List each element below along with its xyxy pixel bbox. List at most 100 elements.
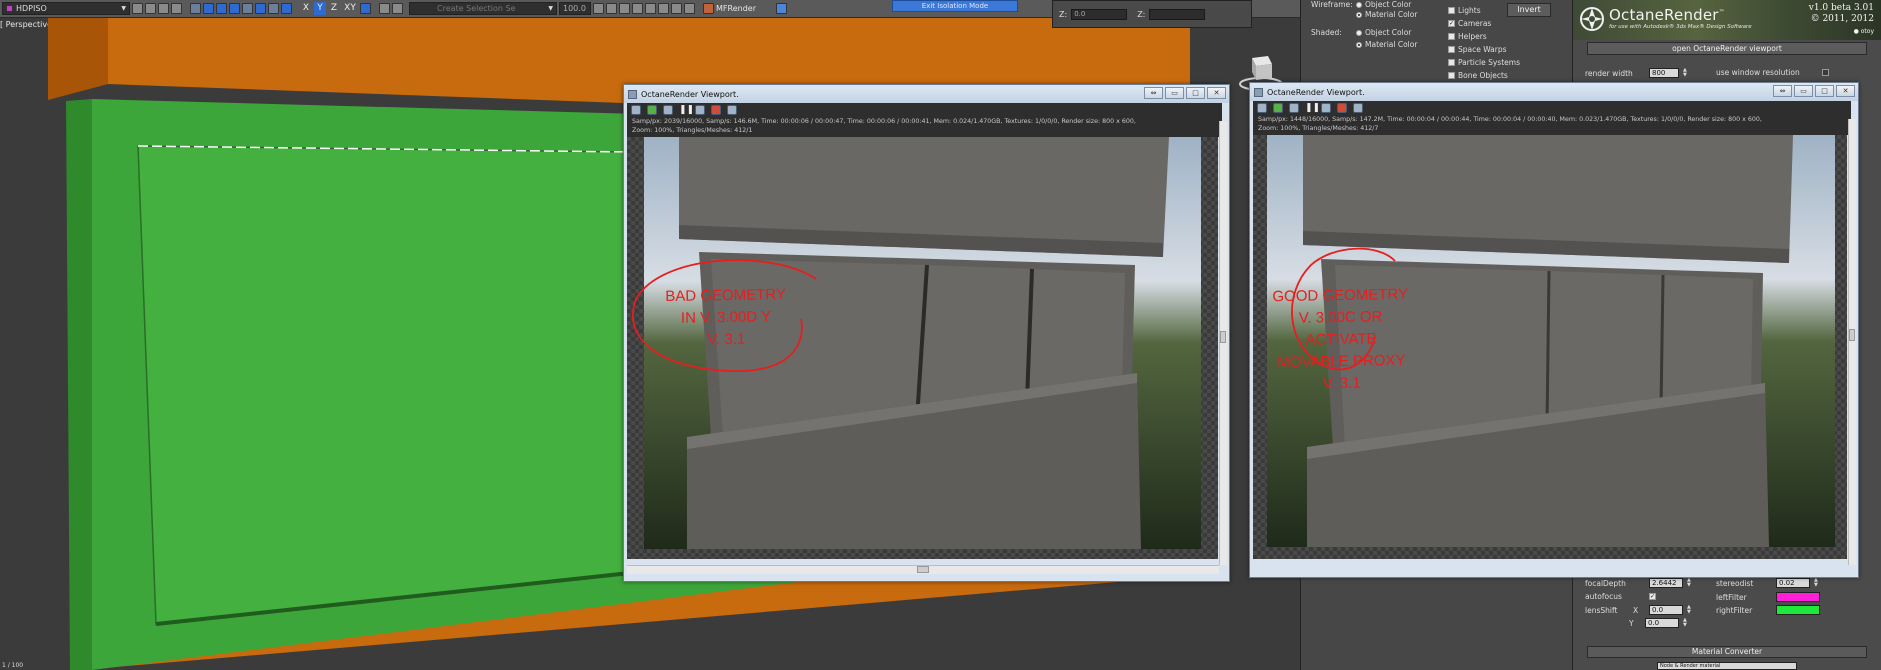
autofocus-checkbox[interactable]: ✓ bbox=[1649, 593, 1656, 600]
particle-systems-checkbox[interactable] bbox=[1448, 59, 1455, 66]
lights-checkbox[interactable] bbox=[1448, 7, 1455, 14]
use-window-resolution-checkbox[interactable] bbox=[1821, 69, 1829, 76]
spinner-arrows-icon[interactable]: ▲ ▼ bbox=[1814, 578, 1819, 588]
select-object-icon[interactable] bbox=[132, 3, 143, 14]
layer-manager-icon[interactable] bbox=[392, 3, 403, 14]
window-titlebar[interactable]: OctaneRender Viewport. ⇔ ▭ □ ✕ bbox=[1250, 83, 1858, 101]
window-crossing-icon[interactable] bbox=[229, 3, 240, 14]
angle-snap-icon[interactable] bbox=[268, 3, 279, 14]
render-image[interactable]: BAD GEOMETRY IN V. 3.00D Y V. 3.1 bbox=[627, 137, 1218, 559]
spinner-arrows-icon[interactable]: ▲ ▼ bbox=[1687, 605, 1692, 615]
z2-input[interactable] bbox=[1149, 8, 1206, 20]
minimize-button[interactable]: ▭ bbox=[1794, 85, 1813, 97]
material-editor-icon[interactable] bbox=[619, 3, 630, 14]
restore-button[interactable]: ⇔ bbox=[1773, 85, 1792, 97]
mirror-icon[interactable] bbox=[360, 3, 371, 14]
shaded-object-color-radio[interactable] bbox=[1356, 29, 1362, 36]
pick-focus-icon[interactable] bbox=[695, 105, 705, 115]
space-warps-checkbox[interactable] bbox=[1448, 46, 1455, 53]
mfrender-icon[interactable] bbox=[703, 3, 714, 14]
category-helpers[interactable]: Helpers bbox=[1448, 32, 1487, 41]
render-icon[interactable] bbox=[658, 3, 669, 14]
render-setup-icon[interactable] bbox=[632, 3, 643, 14]
exit-isolation-button[interactable]: Exit Isolation Mode bbox=[892, 0, 1018, 12]
octane-viewport-window-bad[interactable]: OctaneRender Viewport. ⇔ ▭ □ ✕ ❚❚ Samp/p… bbox=[623, 84, 1230, 582]
restart-render-icon[interactable] bbox=[647, 105, 657, 115]
invert-button[interactable]: Invert bbox=[1507, 3, 1551, 17]
open-octane-viewport-button[interactable]: open OctaneRender viewport bbox=[1587, 42, 1867, 55]
maximize-button[interactable]: □ bbox=[1186, 87, 1205, 99]
activeshade-icon[interactable] bbox=[684, 3, 695, 14]
send-scene-icon[interactable] bbox=[1257, 103, 1267, 113]
quick-render-icon[interactable] bbox=[671, 3, 682, 14]
horizontal-scrollbar[interactable] bbox=[627, 565, 1219, 574]
octane-viewport-window-good[interactable]: OctaneRender Viewport. ⇔ ▭ □ ✕ ❚❚ Samp/p… bbox=[1249, 82, 1859, 578]
axis-z-button[interactable]: Z bbox=[328, 2, 340, 15]
shaded-material-color-radio[interactable] bbox=[1356, 41, 1362, 48]
z1-input[interactable]: 0.0 bbox=[1071, 8, 1128, 20]
rotate-icon[interactable] bbox=[158, 3, 169, 14]
pivot-icon[interactable] bbox=[242, 3, 253, 14]
lens-shift-y-input[interactable]: 0.0 bbox=[1645, 618, 1679, 628]
restart-render-icon[interactable] bbox=[1273, 103, 1283, 113]
category-particle-systems[interactable]: Particle Systems bbox=[1448, 58, 1520, 67]
clear-icon[interactable] bbox=[711, 105, 721, 115]
minimize-button[interactable]: ▭ bbox=[1165, 87, 1184, 99]
save-image-icon[interactable] bbox=[727, 105, 737, 115]
pause-icon[interactable]: ❚❚ bbox=[1305, 103, 1320, 113]
category-cameras[interactable]: ✓ Cameras bbox=[1448, 19, 1491, 28]
vertical-scrollbar[interactable] bbox=[1219, 121, 1227, 565]
stop-render-icon[interactable] bbox=[663, 105, 673, 115]
render-width-input[interactable]: 800 bbox=[1649, 68, 1679, 78]
render-image[interactable]: GOOD GEOMETRY V. 3.00C OR ACTIVATE MOVAB… bbox=[1253, 135, 1847, 559]
bone-objects-checkbox[interactable] bbox=[1448, 72, 1455, 79]
material-converter-header[interactable]: Material Converter bbox=[1587, 646, 1867, 658]
clear-icon[interactable] bbox=[1337, 103, 1347, 113]
wireframe-material-color-radio[interactable] bbox=[1356, 11, 1362, 18]
left-filter-swatch[interactable] bbox=[1776, 592, 1820, 602]
stereodist-input[interactable]: 0.02 bbox=[1776, 578, 1810, 588]
spinner-field[interactable]: 100.0 bbox=[559, 2, 591, 15]
axis-y-button[interactable]: Y bbox=[314, 2, 326, 15]
restore-button[interactable]: ⇔ bbox=[1144, 87, 1163, 99]
send-scene-icon[interactable] bbox=[631, 105, 641, 115]
cameras-checkbox[interactable]: ✓ bbox=[1448, 20, 1455, 27]
category-space-warps[interactable]: Space Warps bbox=[1448, 45, 1507, 54]
vertical-scroll-thumb[interactable] bbox=[1220, 331, 1226, 343]
rendered-frame-icon[interactable] bbox=[645, 3, 656, 14]
wireframe-object-color-radio[interactable] bbox=[1356, 1, 1362, 8]
selection-set-dropdown[interactable]: Create Selection Se ▼ bbox=[409, 2, 557, 15]
material-converter-dropdown[interactable]: Node & Render material bbox=[1657, 662, 1797, 670]
category-bone-objects[interactable]: Bone Objects bbox=[1448, 71, 1508, 80]
vertical-scrollbar[interactable] bbox=[1848, 119, 1856, 565]
lens-shift-x-input[interactable]: 0.0 bbox=[1649, 605, 1683, 615]
spinner-arrows-icon[interactable]: ▲ ▼ bbox=[1683, 618, 1688, 628]
axis-xy-button[interactable]: XY bbox=[342, 2, 358, 15]
focal-depth-input[interactable]: 2.6442 bbox=[1649, 578, 1683, 588]
spinner-arrows-icon[interactable]: ▲ ▼ bbox=[1687, 578, 1692, 588]
pause-icon[interactable]: ❚❚ bbox=[679, 105, 694, 115]
right-filter-swatch[interactable] bbox=[1776, 605, 1820, 615]
spinner-arrows-icon[interactable]: ▲ ▼ bbox=[1683, 68, 1688, 78]
reference-coord-icon[interactable] bbox=[190, 3, 201, 14]
axis-x-button[interactable]: X bbox=[300, 2, 312, 15]
schematic-icon[interactable] bbox=[606, 3, 617, 14]
curve-editor-icon[interactable] bbox=[593, 3, 604, 14]
snap-icon[interactable] bbox=[255, 3, 266, 14]
move-icon[interactable] bbox=[145, 3, 156, 14]
helpers-checkbox[interactable] bbox=[1448, 33, 1455, 40]
select-by-name-icon[interactable] bbox=[203, 3, 214, 14]
isolate-icon[interactable] bbox=[775, 3, 787, 14]
window-titlebar[interactable]: OctaneRender Viewport. ⇔ ▭ □ ✕ bbox=[624, 85, 1229, 103]
maximize-button[interactable]: □ bbox=[1815, 85, 1834, 97]
stop-render-icon[interactable] bbox=[1289, 103, 1299, 113]
region-select-icon[interactable] bbox=[216, 3, 227, 14]
percent-snap-icon[interactable] bbox=[281, 3, 292, 14]
scale-icon[interactable] bbox=[171, 3, 182, 14]
horizontal-scroll-thumb[interactable] bbox=[917, 566, 929, 573]
close-button[interactable]: ✕ bbox=[1207, 87, 1226, 99]
align-icon[interactable] bbox=[379, 3, 390, 14]
close-button[interactable]: ✕ bbox=[1836, 85, 1855, 97]
category-lights[interactable]: Lights bbox=[1448, 6, 1481, 15]
vertical-scroll-thumb[interactable] bbox=[1849, 329, 1855, 341]
